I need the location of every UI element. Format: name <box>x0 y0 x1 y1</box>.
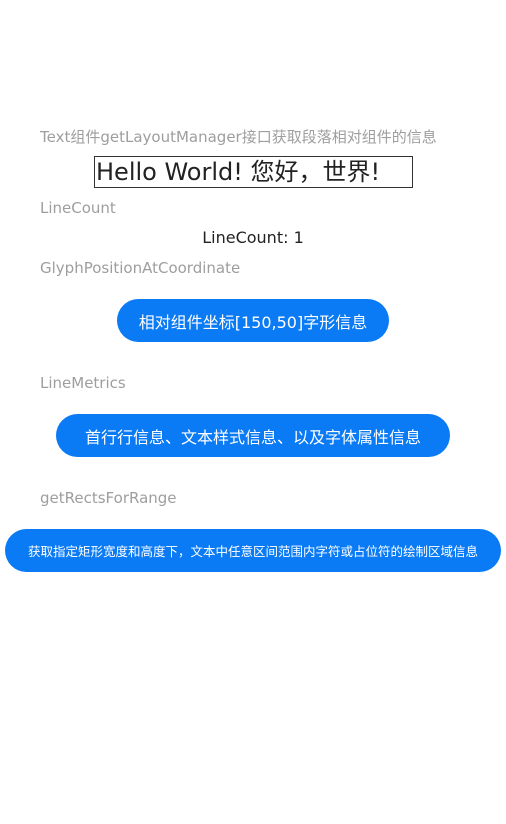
page: Text组件getLayoutManager接口获取段落相对组件的信息 Hell… <box>0 0 506 824</box>
glyph-position-caption: GlyphPositionAtCoordinate <box>40 259 241 277</box>
section-title: Text组件getLayoutManager接口获取段落相对组件的信息 <box>40 128 437 146</box>
rects-for-range-button[interactable]: 获取指定矩形宽度和高度下，文本中任意区间范围内字符或占位符的绘制区域信息 <box>5 529 501 572</box>
sample-text: Hello World! 您好，世界! <box>94 156 413 188</box>
line-count-value: LineCount: 1 <box>202 228 304 247</box>
line-metrics-caption: LineMetrics <box>40 374 126 392</box>
line-metrics-button[interactable]: 首行行信息、文本样式信息、以及字体属性信息 <box>56 414 450 457</box>
rects-for-range-caption: getRectsForRange <box>40 489 177 507</box>
glyph-position-button[interactable]: 相对组件坐标[150,50]字形信息 <box>117 299 389 342</box>
line-count-caption: LineCount <box>40 199 116 217</box>
